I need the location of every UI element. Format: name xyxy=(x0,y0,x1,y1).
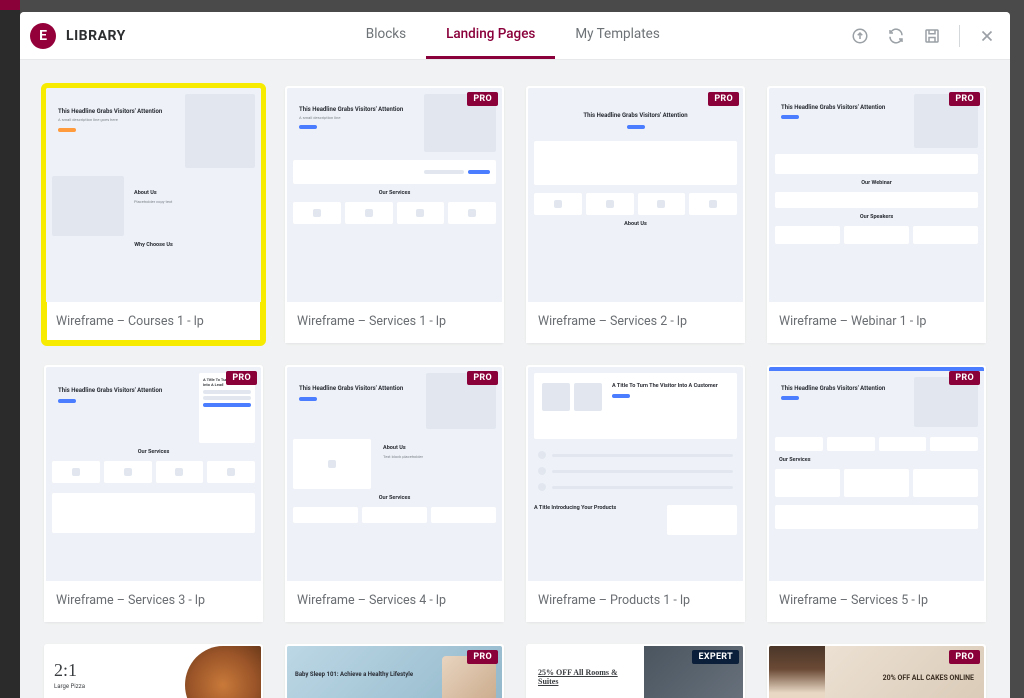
pro-badge: PRO xyxy=(226,371,257,385)
template-title: Wireframe – Services 1 - lp xyxy=(285,302,504,343)
template-thumbnail: 2:1 Large Pizza xyxy=(46,646,261,698)
wf-why: Why Choose Us xyxy=(52,242,255,248)
template-thumbnail: This Headline Grabs Visitors' Attention … xyxy=(528,88,743,302)
tab-landing-pages[interactable]: Landing Pages xyxy=(426,12,555,59)
divider xyxy=(959,25,960,47)
template-thumbnail: This Headline Grabs Visitors' Attention … xyxy=(46,367,261,581)
wf-about: About Us xyxy=(134,190,249,197)
template-title: Wireframe – Services 2 - lp xyxy=(526,302,745,343)
template-card[interactable]: PRO This Headline Grabs Visitors' Attent… xyxy=(285,86,504,343)
pro-badge: PRO xyxy=(467,650,498,664)
template-card[interactable]: PRO 20% OFF ALL CAKES ONLINE xyxy=(767,644,986,698)
template-card[interactable]: PRO This Headline Grabs Visitors' Attent… xyxy=(44,365,263,622)
wf-headline: This Headline Grabs Visitors' Attention xyxy=(58,108,177,115)
logo-letter: E xyxy=(39,28,47,44)
template-card[interactable]: EXPERT 25% OFF All Rooms & Suites xyxy=(526,644,745,698)
library-tabs: Blocks Landing Pages My Templates xyxy=(346,12,680,59)
background-app-sliver xyxy=(0,0,20,698)
template-card[interactable]: PRO This Headline Grabs Visitors' Attent… xyxy=(767,365,986,622)
save-icon[interactable] xyxy=(923,27,941,45)
sync-icon[interactable] xyxy=(887,27,905,45)
template-card[interactable]: This Headline Grabs Visitors' Attention … xyxy=(44,86,263,343)
tab-label: Blocks xyxy=(366,26,406,42)
template-title: Wireframe – Services 5 - lp xyxy=(767,581,986,622)
import-icon[interactable] xyxy=(851,27,869,45)
pro-badge: PRO xyxy=(949,92,980,106)
template-thumbnail: This Headline Grabs Visitors' Attention … xyxy=(769,88,984,302)
template-thumbnail: This Headline Grabs Visitors' Attention … xyxy=(287,367,502,581)
pro-badge: PRO xyxy=(467,92,498,106)
pro-badge: PRO xyxy=(949,371,980,385)
elementor-logo-icon: E xyxy=(30,23,56,49)
template-title: Wireframe – Courses 1 - lp xyxy=(44,302,263,343)
tab-blocks[interactable]: Blocks xyxy=(346,12,426,59)
template-card[interactable]: PRO This Headline Grabs Visitors' Attent… xyxy=(526,86,745,343)
tab-label: My Templates xyxy=(575,26,659,42)
template-thumbnail: This Headline Grabs Visitors' Attention … xyxy=(46,88,261,302)
tab-my-templates[interactable]: My Templates xyxy=(555,12,679,59)
header-actions xyxy=(851,25,996,47)
template-title: Wireframe – Services 3 - lp xyxy=(44,581,263,622)
template-grid: This Headline Grabs Visitors' Attention … xyxy=(44,86,986,698)
pro-badge: PRO xyxy=(467,371,498,385)
template-thumbnail: A Title To Turn The Visitor Into A Custo… xyxy=(528,367,743,581)
template-card[interactable]: A Title To Turn The Visitor Into A Custo… xyxy=(526,365,745,622)
library-modal: E LIBRARY Blocks Landing Pages My Templa… xyxy=(20,12,1010,698)
template-thumbnail: This Headline Grabs Visitors' Attention … xyxy=(287,88,502,302)
pro-badge: PRO xyxy=(708,92,739,106)
library-header: E LIBRARY Blocks Landing Pages My Templa… xyxy=(20,12,1010,60)
template-card[interactable]: PRO This Headline Grabs Visitors' Attent… xyxy=(767,86,986,343)
template-title: Wireframe – Services 4 - lp xyxy=(285,581,504,622)
template-card[interactable]: 2:1 Large Pizza xyxy=(44,644,263,698)
library-content[interactable]: This Headline Grabs Visitors' Attention … xyxy=(20,60,1010,698)
library-title: LIBRARY xyxy=(66,28,126,44)
template-thumbnail: This Headline Grabs Visitors' Attention … xyxy=(769,367,984,581)
template-card[interactable]: PRO Baby Sleep 101: Achieve a Healthy Li… xyxy=(285,644,504,698)
template-card[interactable]: PRO This Headline Grabs Visitors' Attent… xyxy=(285,365,504,622)
template-title: Wireframe – Webinar 1 - lp xyxy=(767,302,986,343)
close-icon[interactable] xyxy=(978,27,996,45)
pro-badge: PRO xyxy=(949,650,980,664)
expert-badge: EXPERT xyxy=(692,650,739,664)
tab-label: Landing Pages xyxy=(446,26,535,42)
template-title: Wireframe – Products 1 - lp xyxy=(526,581,745,622)
